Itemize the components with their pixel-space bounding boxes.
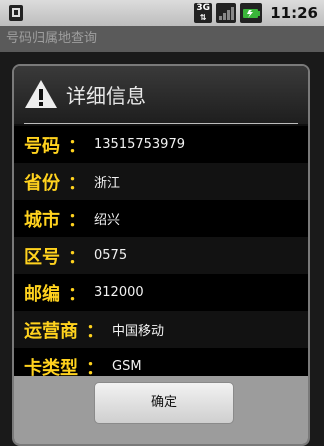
row-city: 城市 ： 绍兴	[14, 200, 308, 237]
network-3g-icon: 3G ⇅	[194, 3, 213, 23]
dialog-title: 详细信息	[66, 84, 146, 108]
row-value: 0575	[94, 248, 128, 263]
row-label: 运营商	[24, 320, 78, 342]
row-number: 号码 ： 13515753979	[14, 126, 308, 163]
row-colon: ：	[68, 283, 86, 305]
row-colon: ：	[68, 172, 86, 194]
row-colon: ：	[68, 246, 86, 268]
row-colon: ：	[86, 320, 104, 342]
dialog-button-bar: 确定	[14, 376, 308, 444]
row-label: 号码	[24, 135, 60, 157]
status-bar: 3G ⇅ 11:26	[0, 0, 324, 26]
warning-icon	[25, 80, 57, 108]
row-value: 浙江	[94, 176, 121, 191]
row-label: 邮编	[24, 283, 60, 305]
network-label: 3G	[196, 3, 211, 13]
app-title-bar: 号码归属地查询	[0, 26, 324, 52]
ok-button[interactable]: 确定	[94, 382, 234, 424]
row-label: 省份	[24, 172, 60, 194]
row-colon: ：	[68, 135, 86, 157]
row-value: 绍兴	[94, 213, 121, 228]
row-carrier: 运营商 ： 中国移动	[14, 311, 308, 348]
row-value: 13515753979	[94, 137, 185, 152]
header-divider	[24, 123, 298, 124]
row-area-code: 区号 ： 0575	[14, 237, 308, 274]
details-list: 号码 ： 13515753979 省份 ： 浙江 城市 ： 绍兴 区号 ： 05…	[14, 126, 308, 385]
row-value: GSM	[112, 359, 142, 374]
row-label: 城市	[24, 209, 60, 231]
row-value: 312000	[94, 285, 144, 300]
battery-charging-icon	[240, 3, 263, 23]
row-label: 区号	[24, 246, 60, 268]
details-dialog: 详细信息 号码 ： 13515753979 省份 ： 浙江 城市 ： 绍兴 区号…	[12, 64, 310, 446]
row-value: 中国移动	[112, 324, 165, 339]
clock: 11:26	[270, 4, 318, 22]
row-postcode: 邮编 ： 312000	[14, 274, 308, 311]
signal-strength-icon	[216, 3, 237, 23]
row-province: 省份 ： 浙江	[14, 163, 308, 200]
row-colon: ：	[68, 209, 86, 231]
dialog-header: 详细信息	[14, 66, 308, 124]
sim-card-icon	[9, 5, 23, 21]
app-title: 号码归属地查询	[6, 31, 98, 46]
